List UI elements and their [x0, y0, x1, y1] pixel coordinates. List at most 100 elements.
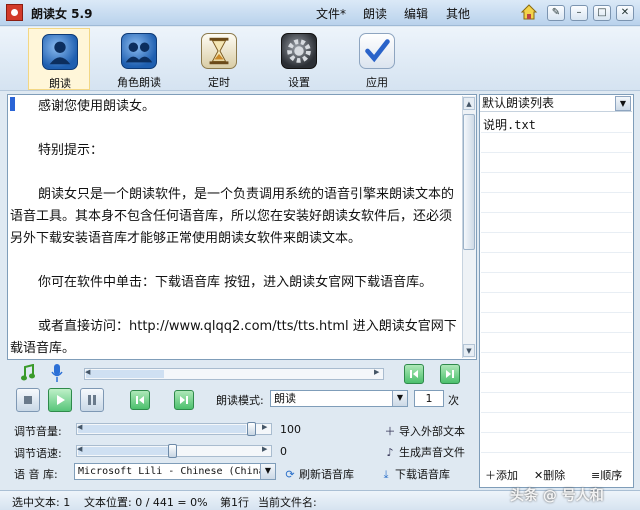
pause-button[interactable]	[80, 388, 104, 412]
menu-file[interactable]: 文件*	[316, 5, 346, 22]
list-divider	[481, 172, 632, 173]
watermark: 头条 @ 号人和	[510, 488, 604, 504]
window-title: 朗读女 5.9	[31, 7, 93, 21]
close-button[interactable]: ✕	[616, 5, 634, 21]
add-button[interactable]: ＋添加	[485, 467, 518, 483]
microphone-icon[interactable]	[50, 363, 64, 383]
menu-read[interactable]: 朗读	[363, 5, 387, 22]
home-icon[interactable]	[520, 3, 538, 21]
download-icon: ⤓	[383, 468, 389, 481]
music-note-icon: ♪	[386, 446, 394, 459]
skip-forward-icon	[446, 370, 454, 378]
download-voices-button[interactable]: ⤓ 下载语音库	[380, 466, 450, 482]
voice-select[interactable]: Microsoft Lili - Chinese (China)	[74, 463, 276, 480]
repeat-count-input[interactable]: 1	[414, 390, 444, 407]
stop-icon	[24, 396, 32, 404]
speed-label: 调节语速:	[14, 447, 62, 460]
slider-left-icon[interactable]: ◀	[77, 423, 82, 431]
refresh-voices-button[interactable]: ⟳ 刷新语音库	[284, 466, 354, 482]
group-people-icon	[121, 33, 157, 69]
tools-icon[interactable]: ✎	[547, 5, 565, 21]
settings-tool-button[interactable]: 设置	[268, 28, 330, 90]
list-divider	[481, 192, 632, 193]
status-position: 文本位置: 0 / 441 = 0%	[84, 496, 208, 509]
next-sentence-button[interactable]	[174, 390, 194, 410]
list-divider	[481, 432, 632, 433]
speed-slider-thumb[interactable]	[168, 444, 177, 458]
progress-slider-fill	[86, 370, 164, 378]
playlist-panel	[479, 94, 634, 488]
paragraph-website: 或者直接访问：http://www.qlqq2.com/tts/tts.html…	[10, 319, 457, 356]
list-divider	[481, 152, 632, 153]
paragraph-download-hint: 你可在软件中单击：下载语音库 按钮，进入朗读女官网下载语音库。	[38, 275, 433, 290]
role-read-tool-label: 角色朗读	[117, 76, 161, 89]
status-current-file: 当前文件名:	[258, 496, 317, 509]
refresh-icon: ⟳	[285, 468, 295, 481]
speed-value: 0	[280, 445, 287, 458]
gear-icon	[281, 33, 317, 69]
delete-button[interactable]: ✕删除	[534, 467, 565, 483]
order-button[interactable]: ≡顺序	[591, 467, 622, 483]
apply-tool-button[interactable]: 应用	[346, 28, 408, 90]
stop-button[interactable]	[16, 388, 40, 412]
chevron-down-icon[interactable]: ▼	[392, 391, 407, 406]
list-divider	[481, 312, 632, 313]
document-text[interactable]: 感谢您使用朗读女。 特别提示： 朗读女只是一个朗读软件，是一个负责调用系统的语音…	[10, 96, 460, 382]
volume-value: 100	[280, 423, 301, 436]
chevron-down-icon[interactable]: ▼	[615, 96, 631, 111]
list-divider	[481, 392, 632, 393]
maximize-button[interactable]: □	[593, 5, 611, 21]
generate-audio-button[interactable]: ♪ 生成声音文件	[384, 444, 465, 460]
apply-tool-label: 应用	[366, 76, 388, 89]
list-divider	[481, 212, 632, 213]
voice-label: 语 音 库:	[14, 468, 58, 481]
list-divider	[481, 352, 632, 353]
next-track-button[interactable]	[440, 364, 460, 384]
list-divider	[481, 412, 632, 413]
volume-label: 调节音量:	[14, 425, 62, 438]
close-icon: ✕	[534, 469, 544, 482]
reader-person-icon	[42, 34, 78, 70]
timer-tool-label: 定时	[208, 76, 230, 89]
music-note-icon[interactable]	[20, 364, 36, 382]
previous-sentence-button[interactable]	[130, 390, 150, 410]
read-mode-select[interactable]: 朗读	[270, 390, 408, 407]
slider-right-icon[interactable]: ▶	[262, 423, 267, 431]
chevron-down-icon[interactable]: ▼	[260, 464, 275, 479]
read-tool-label: 朗读	[49, 77, 71, 90]
slider-right-icon[interactable]: ▶	[374, 368, 379, 376]
minimize-button[interactable]: –	[570, 5, 588, 21]
repeat-count-unit: 次	[448, 394, 459, 407]
role-read-tool-button[interactable]: 角色朗读	[108, 28, 170, 90]
volume-slider-thumb[interactable]	[247, 422, 256, 436]
pause-icon	[88, 395, 96, 405]
volume-slider-fill	[78, 425, 246, 433]
slider-left-icon[interactable]: ◀	[85, 368, 90, 376]
settings-tool-label: 设置	[288, 76, 310, 89]
slider-left-icon[interactable]: ◀	[77, 445, 82, 453]
list-divider	[481, 252, 632, 253]
plus-icon: ＋	[384, 425, 396, 438]
slider-right-icon[interactable]: ▶	[262, 445, 267, 453]
import-text-button[interactable]: ＋导入外部文本	[384, 423, 466, 439]
menu-edit[interactable]: 编辑	[404, 5, 428, 22]
skip-back-icon	[410, 370, 418, 378]
status-selected: 选中文本: 1	[12, 496, 71, 509]
previous-track-button[interactable]	[404, 364, 424, 384]
play-button[interactable]	[48, 388, 72, 412]
list-divider	[481, 132, 632, 133]
read-tool-button[interactable]: 朗读	[28, 28, 90, 90]
paragraph-thanks: 感谢您使用朗读女。	[38, 99, 156, 114]
list-divider	[481, 272, 632, 273]
playlist-select[interactable]: 默认朗读列表	[480, 95, 632, 112]
list-item[interactable]: 说明.txt	[483, 116, 536, 133]
scroll-up-icon[interactable]: ▲	[463, 97, 475, 110]
menu-other[interactable]: 其他	[446, 5, 470, 22]
play-icon	[57, 395, 65, 405]
timer-tool-button[interactable]: 定时	[188, 28, 250, 90]
list-divider	[481, 372, 632, 373]
text-scrollbar-thumb[interactable]	[463, 114, 475, 250]
scroll-down-icon[interactable]: ▼	[463, 344, 475, 357]
list-divider	[481, 332, 632, 333]
list-divider	[481, 232, 632, 233]
